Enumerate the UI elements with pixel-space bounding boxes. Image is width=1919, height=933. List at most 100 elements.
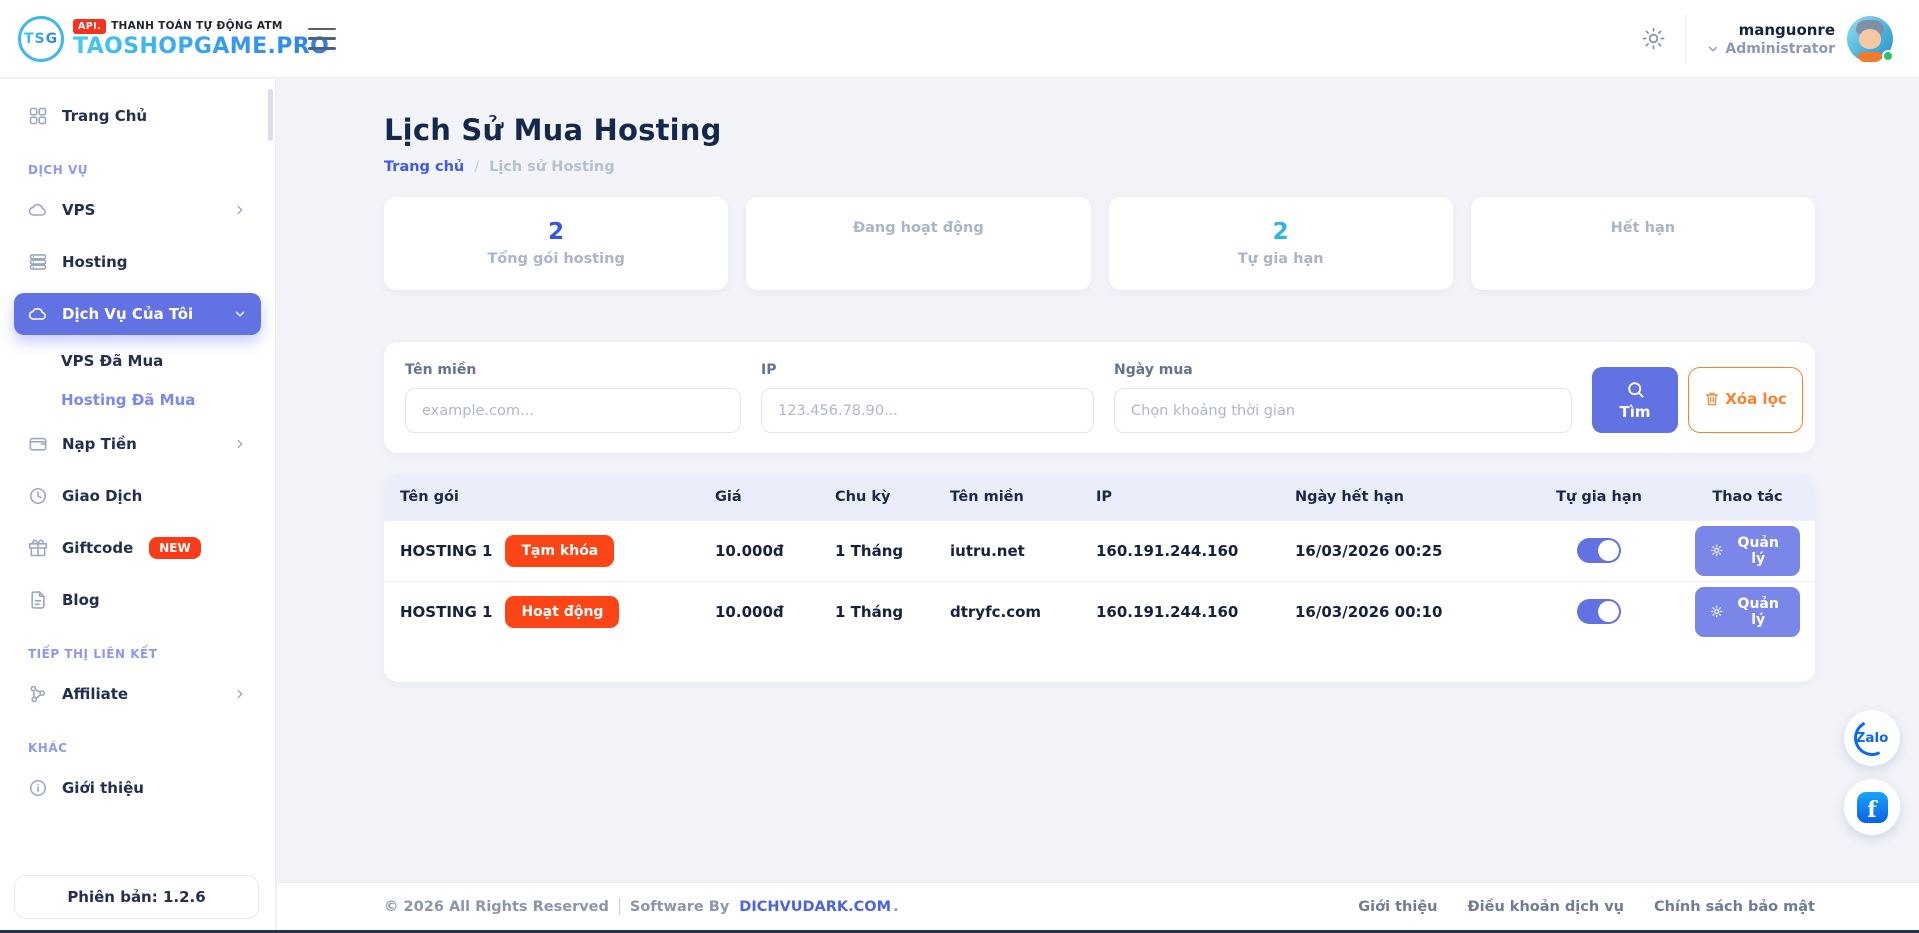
- page-title: Lịch Sử Mua Hosting: [384, 113, 1815, 147]
- manage-button[interactable]: Quản lý: [1695, 526, 1800, 576]
- auto-renew-toggle[interactable]: [1577, 599, 1621, 624]
- share-nodes-icon: [28, 684, 48, 704]
- price-cell: 10.000đ: [699, 520, 819, 581]
- search-button[interactable]: Tìm: [1592, 367, 1678, 433]
- col-header-ip: IP: [1080, 475, 1279, 520]
- footer-divider: [619, 898, 620, 915]
- footer-copyright: © 2026 All Rights Reserved Software By D…: [384, 898, 899, 915]
- domain-cell: dtryfc.com: [934, 581, 1080, 642]
- sidebar-item-home[interactable]: Trang Chủ: [14, 95, 261, 137]
- ip-cell: 160.191.244.160: [1080, 520, 1279, 581]
- col-header-actions: Thao tác: [1679, 475, 1815, 520]
- brand-tagline: THANH TOÁN TỰ ĐỘNG ATM: [111, 20, 283, 32]
- menu-toggle-button[interactable]: [308, 28, 336, 50]
- cycle-cell: 1 Tháng: [819, 581, 934, 642]
- grid-icon: [28, 106, 48, 126]
- wallet-icon: [28, 434, 48, 454]
- stat-label: Đang hoạt động: [756, 220, 1080, 236]
- tsg-initials: TSG: [24, 31, 58, 47]
- footer-link-terms[interactable]: Điều khoản dịch vụ: [1467, 899, 1624, 915]
- chevron-right-icon: [233, 203, 247, 217]
- footer-link-about[interactable]: Giới thiệu: [1358, 899, 1437, 915]
- footer-links: Giới thiệu Điều khoản dịch vụ Chính sách…: [1358, 899, 1815, 915]
- document-icon: [28, 590, 48, 610]
- sidebar: Trang Chủ DỊCH VỤ VPS Hosting Dịch Vụ Củ…: [0, 79, 276, 933]
- sidebar-subitem-hosting-purchased[interactable]: Hosting Đã Mua: [14, 384, 261, 416]
- theme-toggle-button[interactable]: [1642, 27, 1665, 50]
- expiry-cell: 16/03/2026 00:10: [1279, 581, 1519, 642]
- facebook-button[interactable]: f: [1844, 779, 1900, 835]
- footer-link-privacy[interactable]: Chính sách bảo mật: [1654, 899, 1815, 915]
- stat-value: 2: [394, 217, 718, 248]
- table-header-row: Tên gói Giá Chu kỳ Tên miền IP Ngày hết …: [384, 475, 1815, 520]
- sidebar-section-other: KHÁC: [14, 725, 261, 767]
- tsg-logo-mark: TSG: [18, 16, 64, 62]
- gift-icon: [28, 538, 48, 558]
- avatar-face: [1859, 29, 1881, 49]
- gear-icon: [1710, 604, 1723, 619]
- sidebar-item-blog[interactable]: Blog: [14, 579, 261, 621]
- stat-label: Tự gia hạn: [1119, 251, 1443, 267]
- manage-button[interactable]: Quản lý: [1695, 587, 1800, 637]
- package-name: HOSTING 1: [400, 603, 492, 621]
- sidebar-subitem-vps-purchased[interactable]: VPS Đã Mua: [14, 345, 261, 377]
- user-role: Administrator: [1706, 41, 1835, 57]
- stat-card-auto-renew: 2 Tự gia hạn: [1109, 197, 1453, 290]
- stat-card-expired: Hết hạn: [1471, 197, 1815, 290]
- chevron-right-icon: [233, 687, 247, 701]
- sidebar-section-affiliate: TIẾP THỊ LIÊN KẾT: [14, 631, 261, 673]
- api-badge: API.: [73, 19, 106, 34]
- col-header-expiry: Ngày hết hạn: [1279, 475, 1519, 520]
- table-row: HOSTING 1Tạm khóa 10.000đ 1 Tháng iutru.…: [384, 520, 1815, 581]
- sidebar-scrollbar[interactable]: [268, 89, 273, 141]
- footer: © 2026 All Rights Reserved Software By D…: [277, 882, 1919, 930]
- facebook-icon: f: [1857, 792, 1888, 823]
- sidebar-item-label: Blog: [62, 591, 100, 609]
- gear-icon: [1710, 543, 1723, 558]
- date-filter-input[interactable]: [1114, 388, 1572, 433]
- domain-filter-label: Tên miền: [405, 362, 741, 378]
- ip-cell: 160.191.244.160: [1080, 581, 1279, 642]
- sidebar-item-deposit[interactable]: Nạp Tiền: [14, 423, 261, 465]
- sidebar-item-transactions[interactable]: Giao Dịch: [14, 475, 261, 517]
- domain-filter-input[interactable]: [405, 388, 741, 433]
- stat-card-total-hosting: 2 Tổng gói hosting: [384, 197, 728, 290]
- sidebar-item-about[interactable]: Giới thiệu: [14, 767, 261, 809]
- sidebar-item-giftcode[interactable]: Giftcode NEW: [14, 527, 261, 569]
- col-header-price: Giá: [699, 475, 819, 520]
- ip-filter-label: IP: [761, 362, 1094, 378]
- cycle-cell: 1 Tháng: [819, 520, 934, 581]
- auto-renew-toggle[interactable]: [1577, 538, 1621, 563]
- chevron-down-icon: [233, 307, 247, 321]
- cloud-icon: [28, 200, 48, 220]
- ip-filter-input[interactable]: [761, 388, 1094, 433]
- date-filter-label: Ngày mua: [1114, 362, 1572, 378]
- filter-panel: Tên miền IP Ngày mua Tìm Xóa lọc: [384, 342, 1815, 453]
- avatar-shirt: [1858, 52, 1882, 62]
- breadcrumb-separator: /: [474, 159, 479, 175]
- chevron-right-icon: [233, 437, 247, 451]
- sidebar-item-vps[interactable]: VPS: [14, 189, 261, 231]
- zalo-button[interactable]: Zalo: [1844, 710, 1900, 766]
- sidebar-item-label: VPS: [62, 201, 95, 219]
- col-header-auto-renew: Tự gia hạn: [1519, 475, 1679, 520]
- user-menu[interactable]: manguonre Administrator: [1706, 16, 1893, 62]
- main-content: Lịch Sử Mua Hosting Trang chủ / Lịch sử …: [277, 79, 1919, 933]
- sidebar-item-affiliate[interactable]: Affiliate: [14, 673, 261, 715]
- sidebar-item-hosting[interactable]: Hosting: [14, 241, 261, 283]
- sidebar-item-label: Affiliate: [62, 685, 128, 703]
- breadcrumb-home-link[interactable]: Trang chủ: [384, 159, 464, 175]
- sidebar-item-label: Dịch Vụ Của Tôi: [62, 305, 193, 323]
- avatar[interactable]: [1847, 16, 1893, 62]
- sidebar-section-services: DỊCH VỤ: [14, 147, 261, 189]
- brand-logo[interactable]: TSG API. THANH TOÁN TỰ ĐỘNG ATM TAOSHOPG…: [0, 16, 276, 62]
- user-text: manguonre Administrator: [1706, 21, 1835, 57]
- hosting-table-card: Tên gói Giá Chu kỳ Tên miền IP Ngày hết …: [384, 475, 1815, 682]
- sidebar-item-label: Trang Chủ: [62, 107, 147, 125]
- clear-filter-button[interactable]: Xóa lọc: [1688, 367, 1803, 433]
- breadcrumb: Trang chủ / Lịch sử Hosting: [384, 159, 1815, 175]
- sidebar-item-my-services[interactable]: Dịch Vụ Của Tôi: [14, 293, 261, 335]
- software-link[interactable]: DICHVUDARK.COM: [739, 899, 891, 915]
- package-name: HOSTING 1: [400, 542, 492, 560]
- trash-icon: [1704, 391, 1720, 407]
